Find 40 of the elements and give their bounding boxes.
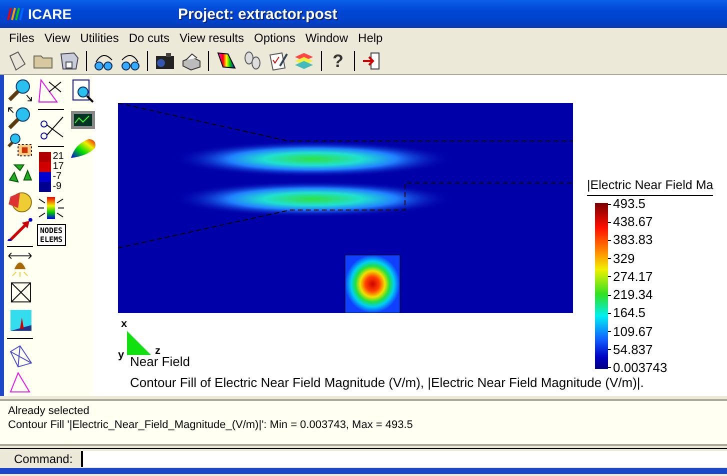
legend-tick-label: 0.003743 [613,360,668,375]
menu-item[interactable]: View results [174,31,249,45]
rainbow-burst-icon[interactable] [37,195,66,221]
app-logo-icon[interactable] [6,5,24,23]
zoom-in-icon[interactable] [6,78,34,103]
legend-tick-label: 164.5 [613,306,646,320]
field-hotspot [344,254,400,313]
scale-label: -7 [52,172,63,182]
message-line: Already selected [8,404,90,418]
message-line: Contour Fill '|Electric_Near_Field_Magnitude_(V/m)|': Min = 0.003743, Max = 493.5 [8,418,414,432]
legend-tick-label: 109.67 [613,324,653,339]
legend-tick-label: 493.5 [613,197,646,211]
menu-item[interactable]: Window [300,31,354,45]
legend-title: |Electric Near Field Ma [587,178,714,196]
arrow-icon[interactable] [6,216,34,242]
command-label: Command: [14,452,73,466]
menu-item[interactable]: Do cuts [124,31,174,45]
menu-item[interactable]: Files [4,31,40,45]
menu-item[interactable]: View [39,31,76,45]
menu-item[interactable]: Options [248,31,300,45]
camera-icon[interactable] [154,50,176,72]
legend-tick-label: 329 [613,252,635,266]
menu-item[interactable]: Utilities [75,31,124,45]
checklist-icon[interactable] [267,50,289,72]
scale-label: 21 [52,152,64,162]
legend-tick-label: 274.17 [613,270,653,284]
legend-tick-label: 383.83 [613,233,653,248]
zoom-box-icon[interactable] [6,133,34,158]
lamp-icon[interactable] [6,252,34,278]
scale-label: 17 [52,162,64,172]
command-input[interactable] [80,450,727,466]
legend-tick-label: 438.67 [613,215,653,230]
help-button[interactable]: ? [328,50,348,72]
plot-caption: Contour Fill of Electric Near Field Magnitude (V/m), |Electric Near Field Magnitude (V/m)|. [130,376,645,392]
legend-tick-label: 54.837 [613,342,653,357]
app-name: ICARE [28,6,73,22]
menu-item[interactable]: Help [353,31,388,45]
scale-label: -9 [52,182,63,192]
legend-tick-label: 219.34 [613,288,653,302]
window-title: Project: extractor.post [178,6,338,22]
